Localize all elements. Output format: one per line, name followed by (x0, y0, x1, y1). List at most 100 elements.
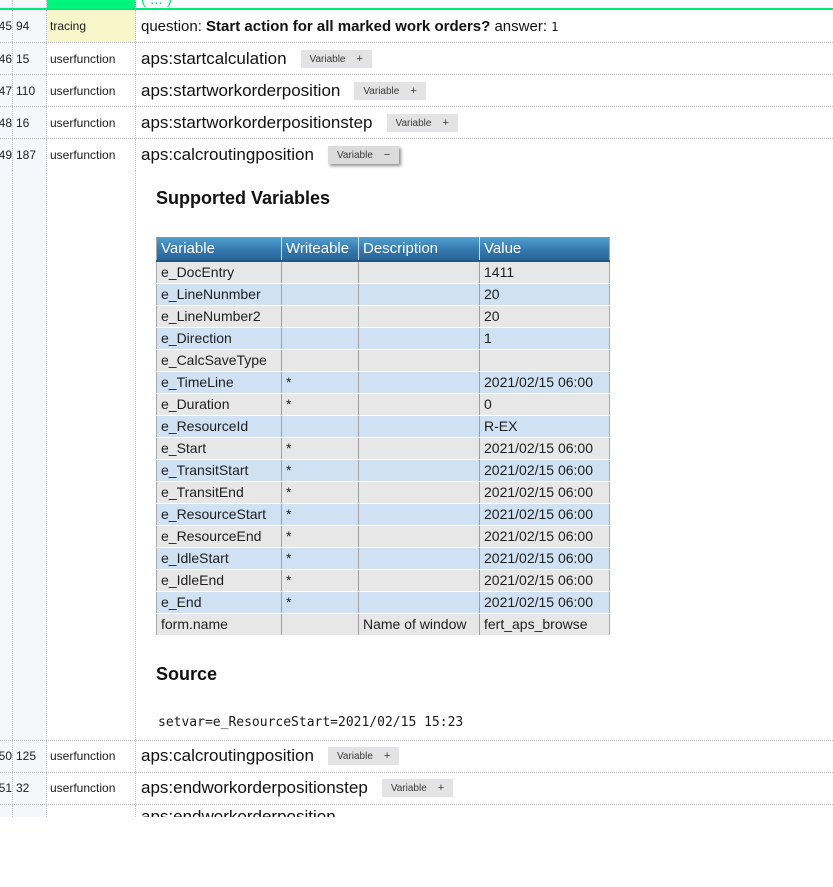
row-number: 46 (0, 43, 13, 74)
variable-expand-button[interactable]: Variable+ (382, 779, 453, 797)
value-cell: 1 (480, 327, 610, 349)
description-cell (359, 481, 480, 503)
variables-table-header-row: Variable Writeable Description Value (157, 237, 610, 261)
row-number: 50 (0, 741, 13, 772)
variable-name-cell: e_LineNumber2 (157, 305, 282, 327)
variable-expand-button[interactable]: Variable+ (354, 82, 425, 100)
variable-badge-label: Variable (391, 783, 427, 794)
row-message-cell: aps:endworkorderpositionstep Variable+ (136, 773, 833, 804)
minus-icon: − (384, 149, 390, 161)
row-message-cell: ( ... ) (136, 0, 833, 8)
writeable-cell (282, 415, 359, 437)
row-number: 47 (0, 75, 13, 106)
variable-expand-button[interactable]: Variable + (387, 114, 458, 132)
variable-name-cell: e_ResourceStart (157, 503, 282, 525)
column-header-description: Description (359, 237, 480, 261)
variables-table: Variable Writeable Description Value e_D… (156, 237, 610, 636)
variable-name-cell: e_TransitStart (157, 459, 282, 481)
variable-name-cell: e_TransitEnd (157, 481, 282, 503)
description-cell (359, 327, 480, 349)
function-name: aps:startcalculation (141, 49, 287, 69)
value-cell: 2021/02/15 06:00 (480, 371, 610, 393)
row-category: userfunction (47, 75, 136, 106)
description-cell (359, 569, 480, 591)
row-duration-cell (13, 171, 47, 740)
row-message-cell: question: Start action for all marked wo… (136, 10, 833, 42)
variable-collapse-button[interactable]: Variable− (328, 146, 399, 164)
row-number: 48 (0, 107, 13, 138)
function-name: aps:calcroutingposition (141, 746, 314, 766)
variable-name-cell: e_LineNunmber (157, 283, 282, 305)
variable-name-cell: e_ResourceId (157, 415, 282, 437)
writeable-cell: * (282, 525, 359, 547)
value-cell: 0 (480, 393, 610, 415)
variable-table-row: e_ResourceId R-EX (157, 415, 610, 437)
description-cell: Name of window (359, 613, 480, 635)
writeable-cell: * (282, 569, 359, 591)
log-row-tracing: 45 94 tracing question: Start action for… (0, 10, 833, 43)
row-category-cell-highlight (47, 0, 136, 8)
log-row-userfunction: 46 15 userfunction aps:startcalculation … (0, 43, 833, 75)
value-cell: 2021/02/15 06:00 (480, 547, 610, 569)
row-category: userfunction (47, 107, 136, 138)
function-name: aps:startworkorderposition (141, 81, 340, 101)
plus-icon: + (356, 53, 362, 65)
value-cell (480, 349, 610, 371)
variable-table-row: e_End * 2021/02/15 06:00 (157, 591, 610, 613)
function-name: aps:endworkorderpositionstep (141, 778, 368, 798)
writeable-cell (282, 349, 359, 371)
description-cell (359, 591, 480, 613)
row-number: 51 (0, 773, 13, 804)
value-cell: 20 (480, 305, 610, 327)
variable-name-cell: e_Direction (157, 327, 282, 349)
writeable-cell: * (282, 481, 359, 503)
row-duration: 16 (13, 107, 47, 138)
log-row-userfunction-expanded: 49 187 userfunction aps:calcroutingposit… (0, 139, 833, 171)
row-number: 45 (0, 10, 13, 42)
description-cell (359, 459, 480, 481)
description-cell (359, 393, 480, 415)
variable-expand-button[interactable]: Variable+ (328, 747, 399, 765)
variable-name-cell: e_CalcSaveType (157, 349, 282, 371)
row-number-cell (0, 171, 13, 740)
variable-table-row: form.name Name of window fert_aps_browse (157, 613, 610, 635)
variable-name-cell: e_TimeLine (157, 371, 282, 393)
plus-icon: + (410, 85, 416, 97)
variable-table-row: e_Duration * 0 (157, 393, 610, 415)
row-duration: 32 (13, 773, 47, 804)
variable-table-row: e_TransitEnd * 2021/02/15 06:00 (157, 481, 610, 503)
row-message-cell: aps:startworkorderpositionstep Variable + (136, 107, 833, 138)
function-name: aps:calcroutingposition (141, 145, 314, 165)
variable-table-row: e_DocEntry 1411 (157, 261, 610, 283)
plus-icon: + (442, 117, 448, 129)
variable-expand-button[interactable]: Variable+ (301, 50, 372, 68)
variable-name-cell: form.name (157, 613, 282, 635)
writeable-cell: * (282, 393, 359, 415)
plus-icon: + (384, 750, 390, 762)
column-header-writeable: Writeable (282, 237, 359, 261)
writeable-cell: * (282, 503, 359, 525)
row-duration: 125 (13, 741, 47, 772)
row-duration-cell (13, 805, 47, 817)
variable-name-cell: e_Start (157, 437, 282, 459)
row-message-cell: aps:calcroutingposition Variable+ (136, 741, 833, 772)
value-cell: fert_aps_browse (480, 613, 610, 635)
variable-table-row: e_IdleEnd * 2021/02/15 06:00 (157, 569, 610, 591)
value-cell: 2021/02/15 06:00 (480, 481, 610, 503)
description-cell (359, 547, 480, 569)
variables-panel: Supported Variables Variable Writeable D… (136, 171, 833, 740)
value-cell: 2021/02/15 06:00 (480, 437, 610, 459)
description-cell (359, 349, 480, 371)
row-number-cell (0, 805, 13, 817)
variable-badge-label: Variable (396, 118, 432, 129)
value-cell: 2021/02/15 06:00 (480, 525, 610, 547)
row-number: 49 (0, 139, 13, 171)
variable-name-cell: e_DocEntry (157, 261, 282, 283)
description-cell (359, 415, 480, 437)
function-name: aps:startworkorderpositionstep (141, 113, 373, 133)
description-cell (359, 283, 480, 305)
value-cell: R-EX (480, 415, 610, 437)
row-category: userfunction (47, 43, 136, 74)
value-cell: 2021/02/15 06:00 (480, 591, 610, 613)
variable-name-cell: e_IdleEnd (157, 569, 282, 591)
